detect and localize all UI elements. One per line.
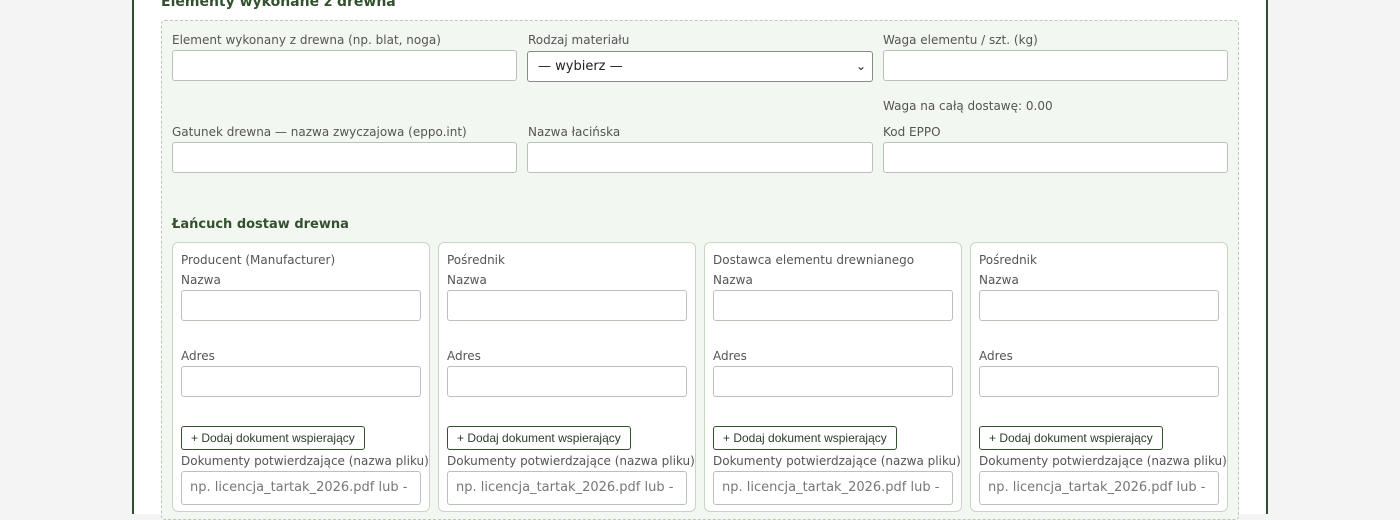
card-role: Dostawca elementu drewnianego — [713, 253, 915, 267]
chevron-down-icon: ⌄ — [855, 59, 866, 73]
material-select[interactable]: — wybierz — ⌄ — [527, 51, 873, 82]
name-label: Nazwa — [713, 273, 753, 287]
name-input[interactable] — [713, 290, 953, 321]
latin-name-label: Nazwa łacińska — [528, 125, 621, 139]
add-document-button[interactable]: + Dodaj dokument wspierający — [181, 426, 365, 450]
documents-label: Dokumenty potwierdzające (nazwa pliku) — [181, 454, 429, 468]
element-input[interactable] — [172, 50, 517, 81]
name-label: Nazwa — [447, 273, 487, 287]
supply-chain-title: Łańcuch dostaw drewna — [172, 217, 349, 232]
species-input[interactable] — [172, 142, 517, 173]
add-document-button[interactable]: + Dodaj dokument wspierający — [447, 426, 631, 450]
documents-label: Dokumenty potwierdzające (nazwa pliku) — [447, 454, 695, 468]
name-input[interactable] — [447, 290, 687, 321]
section-title: Elementy wykonane z drewna — [161, 0, 396, 10]
chain-card-intermediary-2: Pośrednik Nazwa Adres + Dodaj dokument w… — [970, 242, 1228, 512]
add-document-button[interactable]: + Dodaj dokument wspierający — [979, 426, 1163, 450]
species-label: Gatunek drewna — nazwa zwyczajowa (eppo.… — [172, 125, 467, 139]
name-label: Nazwa — [181, 273, 221, 287]
latin-name-input[interactable] — [527, 142, 873, 173]
add-document-button[interactable]: + Dodaj dokument wspierający — [713, 426, 897, 450]
address-input[interactable] — [181, 366, 421, 397]
eppo-code-label: Kod EPPO — [883, 125, 941, 139]
address-label: Adres — [181, 349, 215, 363]
weight-label: Waga elementu / szt. (kg) — [883, 33, 1038, 47]
name-input[interactable] — [979, 290, 1219, 321]
name-input[interactable] — [181, 290, 421, 321]
card-role: Producent (Manufacturer) — [181, 253, 336, 267]
address-input[interactable] — [979, 366, 1219, 397]
weight-total-note: Waga na całą dostawę: 0.00 — [883, 99, 1053, 113]
address-input[interactable] — [713, 366, 953, 397]
card-role: Pośrednik — [447, 253, 505, 267]
chain-card-manufacturer: Producent (Manufacturer) Nazwa Adres + D… — [172, 242, 430, 512]
weight-input[interactable] — [883, 50, 1228, 81]
element-label: Element wykonany z drewna (np. blat, nog… — [172, 33, 441, 47]
eppo-code-input[interactable] — [883, 142, 1228, 173]
card-role: Pośrednik — [979, 253, 1037, 267]
address-label: Adres — [713, 349, 747, 363]
name-label: Nazwa — [979, 273, 1019, 287]
chain-card-intermediary-1: Pośrednik Nazwa Adres + Dodaj dokument w… — [438, 242, 696, 512]
address-label: Adres — [447, 349, 481, 363]
documents-label: Dokumenty potwierdzające (nazwa pliku) — [979, 454, 1227, 468]
material-select-value: — wybierz — — [538, 59, 623, 74]
address-label: Adres — [979, 349, 1013, 363]
material-label: Rodzaj materiału — [528, 33, 630, 47]
chain-card-supplier: Dostawca elementu drewnianego Nazwa Adre… — [704, 242, 962, 512]
documents-label: Dokumenty potwierdzające (nazwa pliku) — [713, 454, 961, 468]
address-input[interactable] — [447, 366, 687, 397]
